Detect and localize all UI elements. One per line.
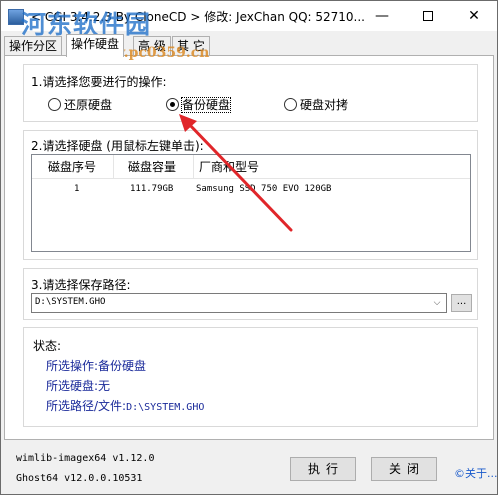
disk-index-cell: 1 — [74, 184, 80, 194]
app-window: < CGI 3.4.2.3 By CloneCD > 修改: JexChan Q… — [0, 0, 498, 495]
status-operation-label: 所选操作: — [46, 359, 99, 373]
execute-button[interactable]: 执行 — [290, 457, 356, 481]
disk-select-title: 2.请选择硬盘 (用鼠标左键单击): — [31, 139, 204, 153]
disk-size-cell: 111.79GB — [130, 184, 174, 194]
status-disk: 所选硬盘:无 — [46, 377, 110, 394]
ghost-version: Ghost64 v12.0.0.10531 — [16, 473, 143, 484]
table-row[interactable]: 1 111.79GB Samsung SSD 750 EVO 120GB — [32, 181, 470, 197]
radio-backup-indicator[interactable] — [166, 98, 179, 111]
radio-clone-label: 硬盘对拷 — [300, 98, 349, 112]
status-path: 所选路径/文件:D:\SYSTEM.GHO — [46, 397, 204, 414]
minimize-button[interactable]: — — [359, 1, 405, 31]
status-operation: 所选操作:备份硬盘 — [46, 357, 146, 374]
close-button[interactable]: 关闭 — [371, 457, 437, 481]
disk-list-header: 磁盘序号 磁盘容量 厂商和型号 — [32, 155, 470, 179]
browse-button[interactable]: ... — [451, 294, 472, 312]
radio-backup-disk[interactable]: 备份硬盘 — [166, 96, 232, 113]
radio-restore-disk[interactable]: 还原硬盘 — [48, 96, 112, 112]
status-heading: 状态: — [33, 339, 62, 353]
save-path-combo[interactable]: D:\SYSTEM.GHO ⌵ — [31, 293, 447, 313]
disk-list[interactable]: 磁盘序号 磁盘容量 厂商和型号 1 111.79GB Samsung SSD 7… — [31, 154, 471, 252]
column-disk-size[interactable]: 磁盘容量 — [114, 155, 194, 179]
status-path-label: 所选路径/文件: — [46, 399, 127, 413]
save-path-title: 3.请选择保存路径: — [31, 278, 131, 292]
wimlib-version: wimlib-imagex64 v1.12.0 — [16, 453, 155, 464]
tab-disk[interactable]: 操作硬盘 — [66, 34, 125, 57]
status-disk-label: 所选硬盘: — [46, 379, 99, 393]
save-path-value: D:\SYSTEM.GHO — [35, 297, 106, 307]
radio-restore-indicator[interactable] — [48, 98, 61, 111]
radio-clone-disk[interactable]: 硬盘对拷 — [284, 96, 348, 112]
close-window-button[interactable]: ✕ — [451, 1, 497, 31]
radio-backup-label: 备份硬盘 — [180, 97, 232, 113]
maximize-button[interactable] — [405, 1, 451, 31]
chevron-down-icon[interactable]: ⌵ — [430, 296, 444, 310]
status-path-value: D:\SYSTEM.GHO — [126, 402, 205, 413]
disk-model-cell: Samsung SSD 750 EVO 120GB — [196, 184, 332, 194]
operation-group-title: 1.请选择您要进行的操作: — [31, 75, 167, 89]
column-disk-model[interactable]: 厂商和型号 — [194, 155, 470, 179]
status-disk-value: 无 — [98, 379, 111, 393]
column-disk-index[interactable]: 磁盘序号 — [32, 155, 114, 179]
about-link[interactable]: ©关于... — [454, 465, 497, 481]
radio-restore-label: 还原硬盘 — [64, 98, 113, 112]
status-operation-value: 备份硬盘 — [98, 359, 147, 373]
radio-clone-indicator[interactable] — [284, 98, 297, 111]
maximize-icon — [423, 11, 433, 21]
